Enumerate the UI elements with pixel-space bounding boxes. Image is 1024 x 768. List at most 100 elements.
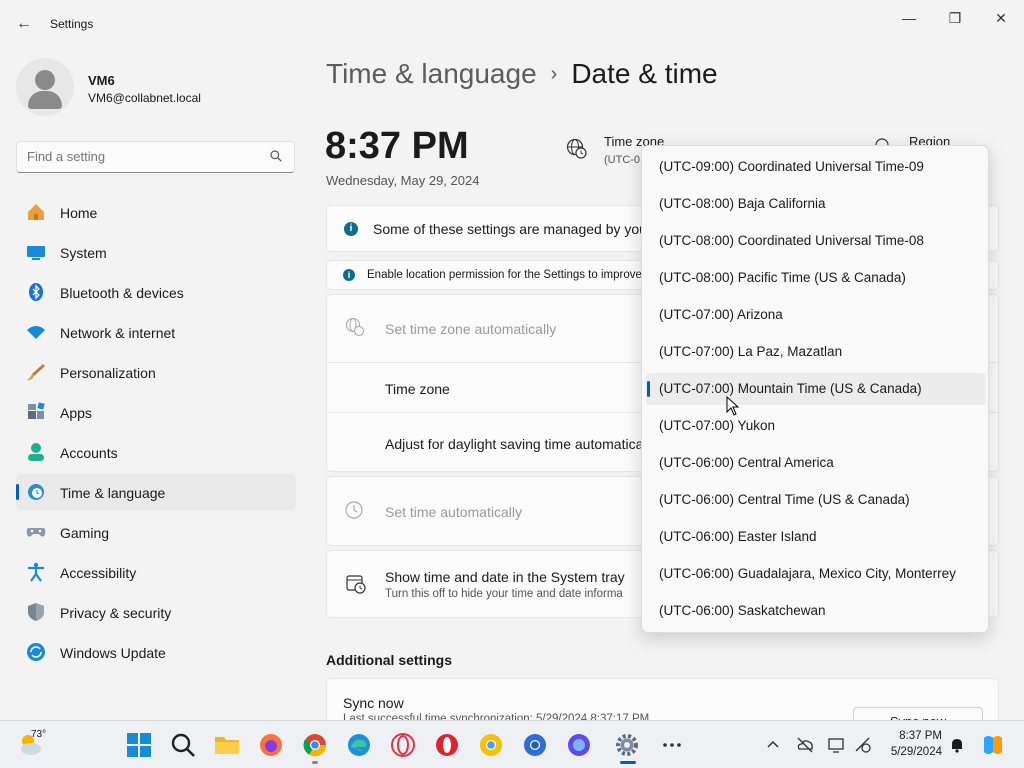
info-icon: i [343, 269, 355, 281]
user-profile[interactable]: VM6 VM6@collabnet.local [16, 58, 296, 118]
timezone-option-selected[interactable]: (UTC-07:00) Mountain Time (US & Canada) [646, 373, 986, 405]
profile-name: VM6 [88, 73, 115, 88]
sidebar-item-personalization[interactable]: Personalization [16, 354, 296, 390]
sidebar-item-apps[interactable]: Apps [16, 394, 296, 430]
daylight-saving-label: Adjust for daylight saving time automati… [385, 436, 644, 452]
network-icon[interactable] [854, 736, 872, 754]
timezone-option[interactable]: (UTC-07:00) Yukon [646, 410, 986, 442]
sidebar-item-accounts[interactable]: Accounts [16, 434, 296, 470]
start-icon[interactable] [126, 732, 152, 758]
active-indicator [620, 761, 636, 764]
chevron-up-icon[interactable] [764, 736, 782, 754]
profile-email: VM6@collabnet.local [88, 91, 201, 105]
sidebar-item-windows-update[interactable]: Windows Update [16, 634, 296, 670]
timezone-option[interactable]: (UTC-06:00) Central Time (US & Canada) [646, 484, 986, 516]
opera-icon[interactable] [390, 732, 416, 758]
timezone-option[interactable]: (UTC-07:00) La Paz, Mazatlan [646, 336, 986, 368]
browser-icon[interactable] [566, 732, 592, 758]
timezone-option[interactable]: (UTC-06:00) Guadalajara, Mexico City, Mo… [646, 558, 986, 590]
app-title: Settings [50, 17, 94, 31]
sidebar-item-bluetooth[interactable]: Bluetooth & devices [16, 274, 296, 310]
tray-setting-title: Show time and date in the System tray [385, 569, 625, 585]
maximize-button[interactable]: ❐ [940, 8, 970, 28]
breadcrumb-parent[interactable]: Time & language [326, 58, 537, 89]
minimize-button[interactable]: — [894, 8, 924, 28]
current-date: Wednesday, May 29, 2024 [326, 173, 480, 188]
tray-time[interactable]: 8:37 PM [880, 730, 942, 742]
current-time: 8:37 PM [325, 125, 469, 167]
search-box[interactable] [16, 141, 295, 173]
settings-icon[interactable] [614, 732, 640, 758]
sidebar-item-label: Accessibility [60, 565, 137, 581]
sidebar-item-label: Bluetooth & devices [60, 285, 184, 301]
auto-time-label: Set time automatically [385, 504, 522, 520]
weather-temperature: 73° [31, 729, 47, 740]
taskbar: 73° 8:37 PM 5/29/2024 [0, 720, 1024, 768]
home-icon [28, 204, 44, 220]
file-explorer-icon[interactable] [214, 732, 240, 758]
auto-timezone-label: Set time zone automatically [385, 321, 557, 337]
breadcrumb: Time & language › Date & time [326, 58, 718, 90]
timezone-option[interactable]: (UTC-08:00) Coordinated Universal Time-0… [646, 225, 986, 257]
search-icon[interactable] [170, 732, 196, 758]
chromium-icon[interactable] [522, 732, 548, 758]
back-arrow-icon[interactable]: ← [14, 14, 34, 34]
copilot-icon[interactable] [980, 732, 1006, 758]
sidebar-item-label: Home [60, 205, 98, 221]
timezone-option[interactable]: (UTC-08:00) Pacific Time (US & Canada) [646, 262, 986, 294]
sidebar-item-home[interactable]: Home [16, 194, 296, 230]
search-input[interactable] [27, 149, 257, 164]
sidebar-item-label: Windows Update [60, 645, 166, 661]
chrome-canary-icon[interactable] [478, 732, 504, 758]
timezone-option[interactable]: (UTC-07:00) Arizona [646, 299, 986, 331]
tray-date[interactable]: 5/29/2024 [880, 746, 942, 758]
timezone-option[interactable]: (UTC-06:00) Central America [646, 447, 986, 479]
globe-clock-icon [345, 317, 365, 337]
sidebar-item-network[interactable]: Network & internet [16, 314, 296, 350]
sidebar-item-time-language[interactable]: Time & language [16, 474, 296, 510]
sync-title: Sync now [343, 695, 404, 711]
timezone-option[interactable]: (UTC-08:00) Baja California [646, 188, 986, 220]
timezone-summary-value: (UTC-0 [604, 154, 641, 166]
timezone-option[interactable]: (UTC-06:00) Easter Island [646, 521, 986, 553]
sidebar-item-label: Gaming [60, 525, 110, 541]
notification-bell-icon[interactable] [948, 736, 966, 754]
accessibility-icon [28, 562, 44, 582]
gamepad-icon [26, 528, 46, 537]
firefox-icon[interactable] [258, 732, 284, 758]
display-icon[interactable] [828, 736, 846, 754]
chrome-icon[interactable] [302, 732, 328, 758]
brush-icon [27, 364, 45, 381]
sidebar-item-label: System [60, 245, 107, 261]
page-title: Date & time [571, 58, 718, 89]
avatar [16, 58, 74, 116]
edge-icon[interactable] [346, 732, 372, 758]
close-button[interactable]: ✕ [986, 8, 1016, 28]
accounts-icon [28, 443, 44, 461]
title-bar: ← Settings — ❐ ✕ [0, 0, 1024, 48]
sidebar-item-label: Apps [60, 405, 92, 421]
location-notice-text: Enable location permission for the Setti… [367, 269, 642, 281]
wifi-icon [27, 326, 45, 339]
more-icon[interactable] [659, 732, 685, 758]
onedrive-offline-icon[interactable] [796, 736, 814, 754]
timezone-option[interactable]: (UTC-06:00) Saskatchewan [646, 595, 986, 627]
timezone-option[interactable]: (UTC-09:00) Coordinated Universal Time-0… [646, 151, 986, 183]
shield-icon [28, 603, 44, 621]
search-icon[interactable] [270, 150, 282, 162]
update-icon [27, 643, 45, 661]
globe-clock-icon [566, 138, 587, 159]
sidebar-item-label: Time & language [60, 485, 166, 501]
clock-icon [345, 501, 363, 519]
opera-gx-icon[interactable] [434, 732, 460, 758]
sidebar-item-accessibility[interactable]: Accessibility [16, 554, 296, 590]
sidebar-item-label: Privacy & security [60, 605, 172, 621]
sidebar-item-label: Personalization [60, 365, 156, 381]
sidebar-item-gaming[interactable]: Gaming [16, 514, 296, 550]
sidebar-item-privacy[interactable]: Privacy & security [16, 594, 296, 630]
mouse-pointer-icon [726, 396, 740, 416]
sidebar-item-system[interactable]: System [16, 234, 296, 270]
additional-settings-heading: Additional settings [326, 652, 452, 668]
info-icon: i [344, 222, 358, 236]
apps-icon [28, 402, 45, 419]
